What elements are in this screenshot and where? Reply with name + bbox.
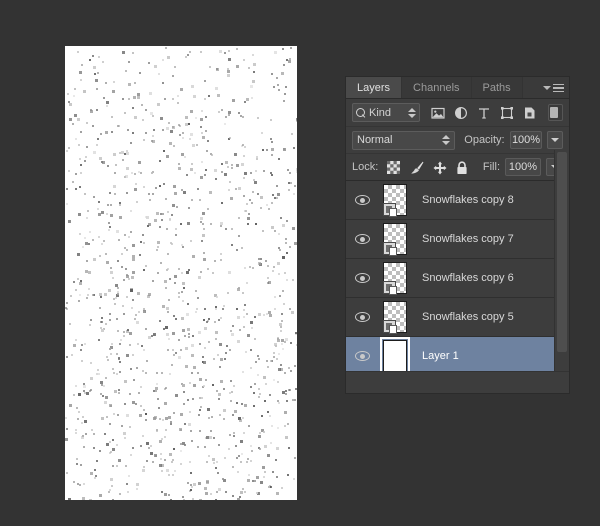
- layer-visibility-toggle[interactable]: [348, 195, 376, 205]
- eye-icon: [354, 312, 370, 322]
- blend-mode-row: Normal Opacity: 100%: [346, 127, 569, 154]
- fill-label: Fill:: [482, 161, 500, 173]
- layer-list: Snowflakes copy 8 Snowflakes copy 7 Snowfl…: [346, 181, 569, 371]
- document-canvas[interactable]: [65, 46, 297, 500]
- lock-label: Lock:: [352, 161, 379, 173]
- layer-thumbnail-cell[interactable]: [376, 262, 414, 295]
- layer-name-label: Snowflakes copy 5: [422, 311, 514, 323]
- panel-tabstrip: Layers Channels Paths: [346, 77, 569, 99]
- tab-paths-label: Paths: [482, 81, 511, 94]
- smart-object-badge-icon: [383, 320, 397, 334]
- filter-kind-stepper[interactable]: [408, 107, 416, 118]
- layer-thumbnail: [383, 301, 407, 334]
- layer-thumbnail: [380, 337, 410, 371]
- layer-thumbnail-cell[interactable]: [376, 184, 414, 217]
- layer-visibility-toggle[interactable]: [348, 273, 376, 283]
- layer-thumbnail: [383, 184, 407, 217]
- blend-mode-stepper[interactable]: [442, 135, 451, 145]
- opacity-value[interactable]: 100%: [509, 131, 543, 149]
- panel-menu-lines-icon: [553, 83, 564, 93]
- tab-layers-label: Layers: [357, 81, 391, 94]
- shape-filter-icon[interactable]: [500, 106, 514, 120]
- smart-object-badge-icon: [383, 242, 397, 256]
- layer-visibility-toggle[interactable]: [348, 312, 376, 322]
- adjustment-filter-icon[interactable]: [454, 106, 468, 120]
- layers-panel: Layers Channels Paths Kind Normal Opacit…: [345, 76, 570, 394]
- eye-icon: [354, 195, 370, 205]
- eye-icon: [354, 273, 370, 283]
- layer-list-scrollbar[interactable]: [554, 150, 569, 371]
- layer-visibility-toggle[interactable]: [348, 351, 376, 361]
- fill-value[interactable]: 100%: [505, 158, 541, 176]
- smart-object-filter-icon[interactable]: [523, 106, 537, 120]
- tab-layers[interactable]: Layers: [346, 77, 403, 98]
- lock-transparency-icon[interactable]: [387, 160, 401, 174]
- layer-thumbnail-cell[interactable]: [376, 223, 414, 256]
- layer-name-label: Snowflakes copy 8: [422, 194, 514, 206]
- eye-icon: [354, 351, 370, 361]
- layer-visibility-toggle[interactable]: [348, 234, 376, 244]
- blend-mode-value: Normal: [357, 134, 393, 146]
- lock-pixels-icon[interactable]: [410, 161, 424, 174]
- layer-thumbnail: [383, 223, 407, 256]
- layer-thumbnail-cell[interactable]: [376, 301, 414, 334]
- blend-mode-select[interactable]: Normal: [352, 130, 456, 150]
- layer-row[interactable]: Snowflakes copy 6: [346, 259, 569, 298]
- filter-icon-group: [431, 106, 537, 120]
- magnifier-icon: [356, 108, 365, 117]
- lock-row: Lock: Fill: 100%: [346, 154, 569, 181]
- type-filter-icon[interactable]: [477, 106, 491, 120]
- image-filter-icon[interactable]: [431, 106, 445, 120]
- layer-name-label: Snowflakes copy 6: [422, 272, 514, 284]
- panel-menu-triangle-icon: [543, 86, 551, 90]
- layer-row[interactable]: Snowflakes copy 5: [346, 298, 569, 337]
- layer-thumbnail: [383, 262, 407, 295]
- layer-row[interactable]: Snowflakes copy 8: [346, 181, 569, 220]
- scrollbar-thumb[interactable]: [557, 152, 567, 352]
- opacity-dropdown-button[interactable]: [547, 131, 563, 149]
- smart-object-badge-icon: [383, 203, 397, 217]
- app-window: Layers Channels Paths Kind Normal Opacit…: [0, 0, 600, 526]
- snowflake-noise-layer: [65, 46, 297, 500]
- smart-object-badge-icon: [383, 281, 397, 295]
- eye-icon: [354, 234, 370, 244]
- tab-paths[interactable]: Paths: [471, 77, 523, 98]
- filter-kind-select[interactable]: Kind: [352, 103, 420, 122]
- lock-all-icon[interactable]: [456, 160, 469, 174]
- panel-menu-icon[interactable]: [543, 81, 564, 95]
- tab-channels-label: Channels: [413, 81, 460, 94]
- filter-toggle-switch[interactable]: [548, 104, 563, 121]
- layer-name-label: Snowflakes copy 7: [422, 233, 514, 245]
- layer-row[interactable]: Layer 1: [346, 337, 569, 371]
- thumbnail-selection-frame: [380, 337, 410, 371]
- opacity-label: Opacity:: [464, 134, 505, 146]
- lock-position-icon[interactable]: [433, 161, 447, 174]
- layer-filter-row: Kind: [346, 99, 569, 127]
- lock-icon-group: [387, 160, 469, 174]
- tab-channels[interactable]: Channels: [402, 77, 472, 98]
- layer-name-label: Layer 1: [422, 350, 459, 362]
- filter-kind-label: Kind: [369, 106, 392, 119]
- layer-thumbnail-cell[interactable]: [376, 337, 414, 371]
- panel-footer: [346, 371, 569, 393]
- layer-row[interactable]: Snowflakes copy 7: [346, 220, 569, 259]
